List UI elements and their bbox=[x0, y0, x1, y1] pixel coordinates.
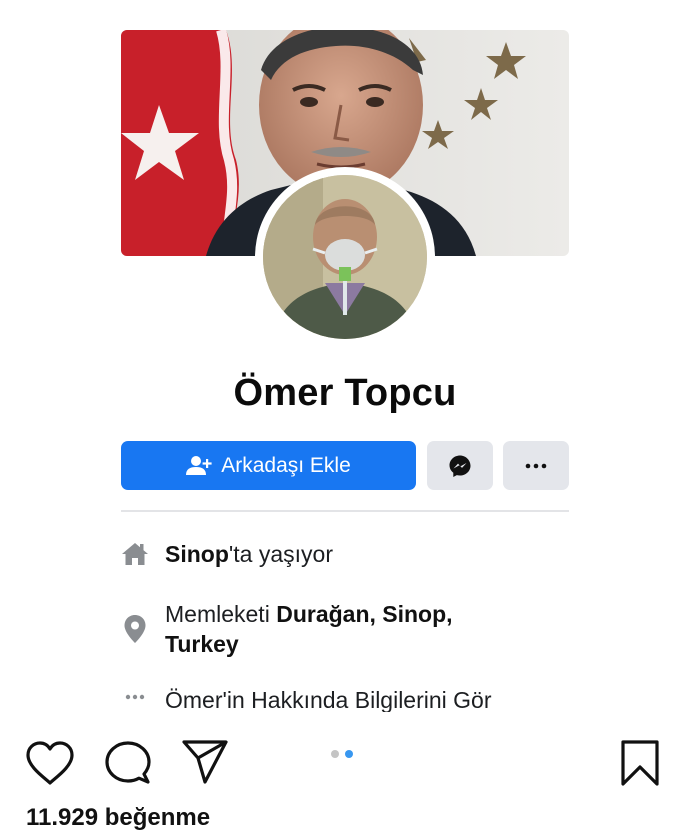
avatar bbox=[263, 175, 427, 339]
share-button[interactable] bbox=[179, 736, 231, 788]
profile-picture[interactable] bbox=[255, 167, 435, 347]
lives-city[interactable]: Sinop bbox=[165, 541, 229, 567]
hometown-place-line1[interactable]: Durağan, Sinop, bbox=[276, 601, 452, 627]
ellipsis-icon bbox=[125, 694, 145, 700]
carousel-indicator bbox=[331, 750, 353, 758]
add-friend-icon bbox=[186, 455, 212, 475]
share-icon bbox=[182, 740, 228, 784]
hometown-place-line2[interactable]: Turkey bbox=[165, 631, 239, 657]
messenger-icon bbox=[449, 455, 471, 477]
messenger-button[interactable] bbox=[427, 441, 493, 490]
hometown-prefix: Memleketi bbox=[165, 601, 277, 627]
comment-button[interactable] bbox=[102, 737, 154, 789]
home-icon bbox=[122, 543, 148, 565]
more-dots-icon bbox=[525, 463, 547, 468]
carousel-dot-active bbox=[345, 750, 353, 758]
carousel-dot bbox=[331, 750, 339, 758]
add-friend-label: Arkadaşı Ekle bbox=[221, 453, 351, 477]
heart-icon bbox=[26, 741, 74, 785]
divider bbox=[121, 510, 569, 512]
lives-suffix: 'ta yaşıyor bbox=[228, 541, 333, 567]
comment-icon bbox=[105, 741, 151, 784]
instagram-action-bar: 11.929 beğenme bbox=[0, 712, 690, 831]
save-button[interactable] bbox=[614, 735, 666, 791]
bookmark-icon bbox=[621, 740, 659, 786]
hometown-row: Memleketi Durağan, Sinop, Turkey bbox=[121, 599, 453, 659]
about-info-link[interactable]: Ömer'in Hakkında Bilgilerini Gör bbox=[165, 685, 492, 712]
profile-name: Ömer Topcu bbox=[233, 372, 457, 414]
post-image: Ömer Topcu Arkadaşı Ekle Sinop'ta yaşıyo… bbox=[0, 0, 690, 712]
like-button[interactable] bbox=[24, 737, 76, 789]
likes-count[interactable]: 11.929 beğenme bbox=[26, 804, 210, 832]
about-info-row[interactable]: Ömer'in Hakkında Bilgilerini Gör bbox=[121, 685, 492, 712]
location-pin-icon bbox=[124, 615, 146, 643]
lives-in-row: Sinop'ta yaşıyor bbox=[121, 539, 333, 569]
add-friend-button[interactable]: Arkadaşı Ekle bbox=[121, 441, 416, 490]
more-options-button[interactable] bbox=[503, 441, 569, 490]
